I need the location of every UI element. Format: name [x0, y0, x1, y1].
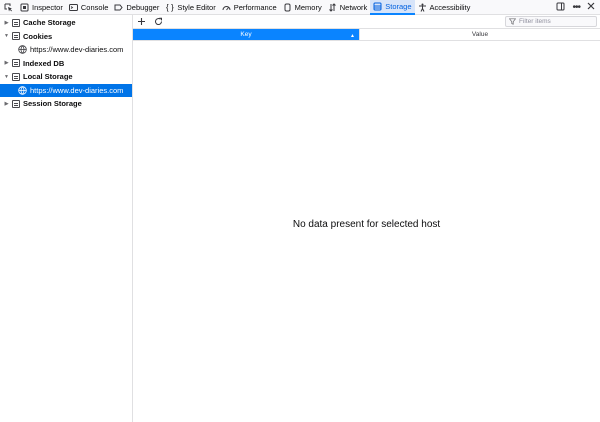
collapsed-arrow-icon[interactable]: ▶ [4, 20, 9, 26]
tab-network[interactable]: Network [325, 0, 371, 15]
tree-item-session-storage[interactable]: ▶ Session Storage [0, 97, 132, 111]
tab-storage-label: Storage [385, 1, 412, 11]
database-icon [12, 99, 20, 108]
accessibility-icon [418, 3, 427, 12]
database-icon [12, 59, 20, 68]
tab-accessibility[interactable]: Accessibility [415, 0, 474, 15]
tab-accessibility-label: Accessibility [429, 2, 471, 12]
toolbar-right-controls: ••• [556, 2, 595, 13]
close-icon[interactable] [587, 2, 595, 12]
console-icon [68, 3, 78, 12]
tree-item-label: Local Storage [23, 72, 73, 82]
globe-icon [18, 86, 27, 95]
performance-icon [222, 3, 231, 12]
refresh-icon [155, 17, 163, 25]
tab-inspector-label: Inspector [32, 2, 63, 12]
tab-console[interactable]: Console [66, 0, 112, 15]
tree-item-cache-storage[interactable]: ▶ Cache Storage [0, 16, 132, 30]
debugger-icon [114, 3, 124, 12]
inspector-icon [20, 3, 29, 12]
tree-item-local-storage-host[interactable]: https://www.dev-diaries.com [0, 83, 132, 97]
tab-storage[interactable]: Storage [370, 0, 415, 15]
tree-item-label: Indexed DB [23, 58, 65, 68]
expanded-arrow-icon[interactable]: ▼ [4, 33, 9, 39]
column-header-value[interactable]: Value [359, 29, 600, 40]
tab-debugger[interactable]: Debugger [111, 0, 162, 15]
tab-memory[interactable]: Memory [280, 0, 325, 15]
network-icon [328, 2, 337, 12]
sort-ascending-icon: ▲ [350, 33, 355, 39]
tab-performance[interactable]: Performance [219, 0, 280, 15]
tab-style-editor-label: Style Editor [177, 2, 216, 12]
tab-memory-label: Memory [294, 2, 322, 12]
element-picker-button[interactable] [3, 0, 17, 15]
database-icon [12, 72, 20, 81]
filter-items-box[interactable] [505, 16, 597, 27]
tab-debugger-label: Debugger [126, 2, 160, 12]
tree-item-label: https://www.dev-diaries.com [30, 85, 124, 95]
tab-network-label: Network [339, 2, 368, 12]
tab-inspector[interactable]: Inspector [17, 0, 66, 15]
more-options-icon[interactable]: ••• [572, 2, 580, 13]
storage-icon [373, 2, 382, 11]
globe-icon [18, 45, 27, 54]
filter-items-input[interactable] [519, 18, 595, 25]
column-header-key[interactable]: Key ▲ [133, 29, 359, 40]
expanded-arrow-icon[interactable]: ▼ [4, 74, 9, 80]
tree-item-label: Session Storage [23, 99, 82, 109]
plus-icon [138, 18, 145, 25]
tree-item-label: Cookies [23, 31, 53, 41]
refresh-button[interactable] [154, 17, 163, 26]
storage-table-panel: Key ▲ Value No data present for selected… [133, 15, 600, 422]
tree-item-label: https://www.dev-diaries.com [30, 45, 124, 55]
memory-icon [283, 3, 292, 12]
collapsed-arrow-icon[interactable]: ▶ [4, 60, 9, 66]
tree-item-cookies[interactable]: ▼ Cookies [0, 30, 132, 44]
tree-item-label: Cache Storage [23, 18, 76, 28]
tree-item-local-storage[interactable]: ▼ Local Storage [0, 70, 132, 84]
storage-tree: ▶ Cache Storage ▼ Cookies https://www.de… [0, 15, 133, 422]
tab-console-label: Console [80, 2, 109, 12]
database-icon [12, 32, 20, 41]
empty-table-message: No data present for selected host [292, 219, 441, 230]
style-editor-icon: { } [166, 2, 174, 12]
devtools-toolbar: Inspector Console Debugger { } Style Edi… [0, 0, 600, 15]
tab-style-editor[interactable]: { } Style Editor [162, 0, 218, 15]
add-item-button[interactable] [137, 17, 146, 26]
filter-icon [509, 18, 516, 25]
element-picker-icon [4, 3, 13, 12]
database-icon [12, 18, 20, 27]
dock-icon[interactable] [556, 2, 565, 13]
tree-item-cookies-host[interactable]: https://www.dev-diaries.com [0, 43, 132, 57]
tree-item-indexed-db[interactable]: ▶ Indexed DB [0, 57, 132, 71]
collapsed-arrow-icon[interactable]: ▶ [4, 101, 9, 107]
table-header: Key ▲ Value [133, 28, 600, 41]
column-key-label: Key [240, 31, 252, 38]
column-value-label: Value [471, 31, 489, 38]
tab-performance-label: Performance [233, 2, 277, 12]
